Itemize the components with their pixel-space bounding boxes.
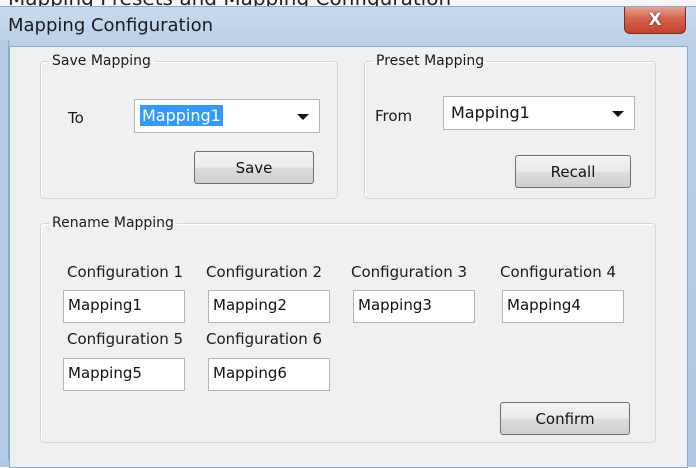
save-target-dropdown[interactable]: Mapping1	[134, 99, 320, 133]
frame-left-edge	[0, 40, 9, 460]
close-button[interactable]: X	[624, 7, 686, 34]
confirm-button[interactable]: Confirm	[500, 402, 630, 435]
configuration-4-name-field[interactable]: Mapping4	[502, 290, 624, 323]
configuration-2-name-field[interactable]: Mapping2	[208, 290, 330, 323]
configuration-6-name-field[interactable]: Mapping6	[208, 358, 330, 391]
to-label: To	[68, 109, 84, 127]
configuration-3-name-field[interactable]: Mapping3	[353, 290, 475, 323]
dialog-client-area: Save Mapping To Mapping1 Save Preset Map…	[9, 46, 688, 468]
configuration-1-label: Configuration 1	[67, 263, 184, 281]
preset-source-value: Mapping1	[451, 103, 530, 122]
configuration-5-name-field[interactable]: Mapping5	[63, 358, 185, 391]
window-title: Mapping Configuration	[8, 15, 214, 36]
recall-button[interactable]: Recall	[515, 155, 631, 188]
dropdown-arrow-icon	[297, 114, 309, 120]
configuration-4-label: Configuration 4	[500, 263, 617, 281]
configuration-5-label: Configuration 5	[67, 330, 184, 348]
from-label: From	[375, 107, 413, 125]
save-target-value: Mapping1	[140, 105, 223, 126]
save-button[interactable]: Save	[194, 151, 314, 184]
close-icon: X	[648, 9, 662, 30]
rename-mapping-legend: Rename Mapping	[52, 215, 174, 231]
configuration-6-label: Configuration 6	[206, 330, 323, 348]
preset-source-dropdown[interactable]: Mapping1	[443, 96, 635, 130]
configuration-1-name-field[interactable]: Mapping1	[63, 290, 185, 323]
dropdown-arrow-icon	[612, 111, 624, 117]
save-mapping-legend: Save Mapping	[52, 53, 151, 69]
configuration-3-label: Configuration 3	[351, 263, 468, 281]
preset-mapping-legend: Preset Mapping	[376, 53, 485, 69]
configuration-2-label: Configuration 2	[206, 263, 323, 281]
